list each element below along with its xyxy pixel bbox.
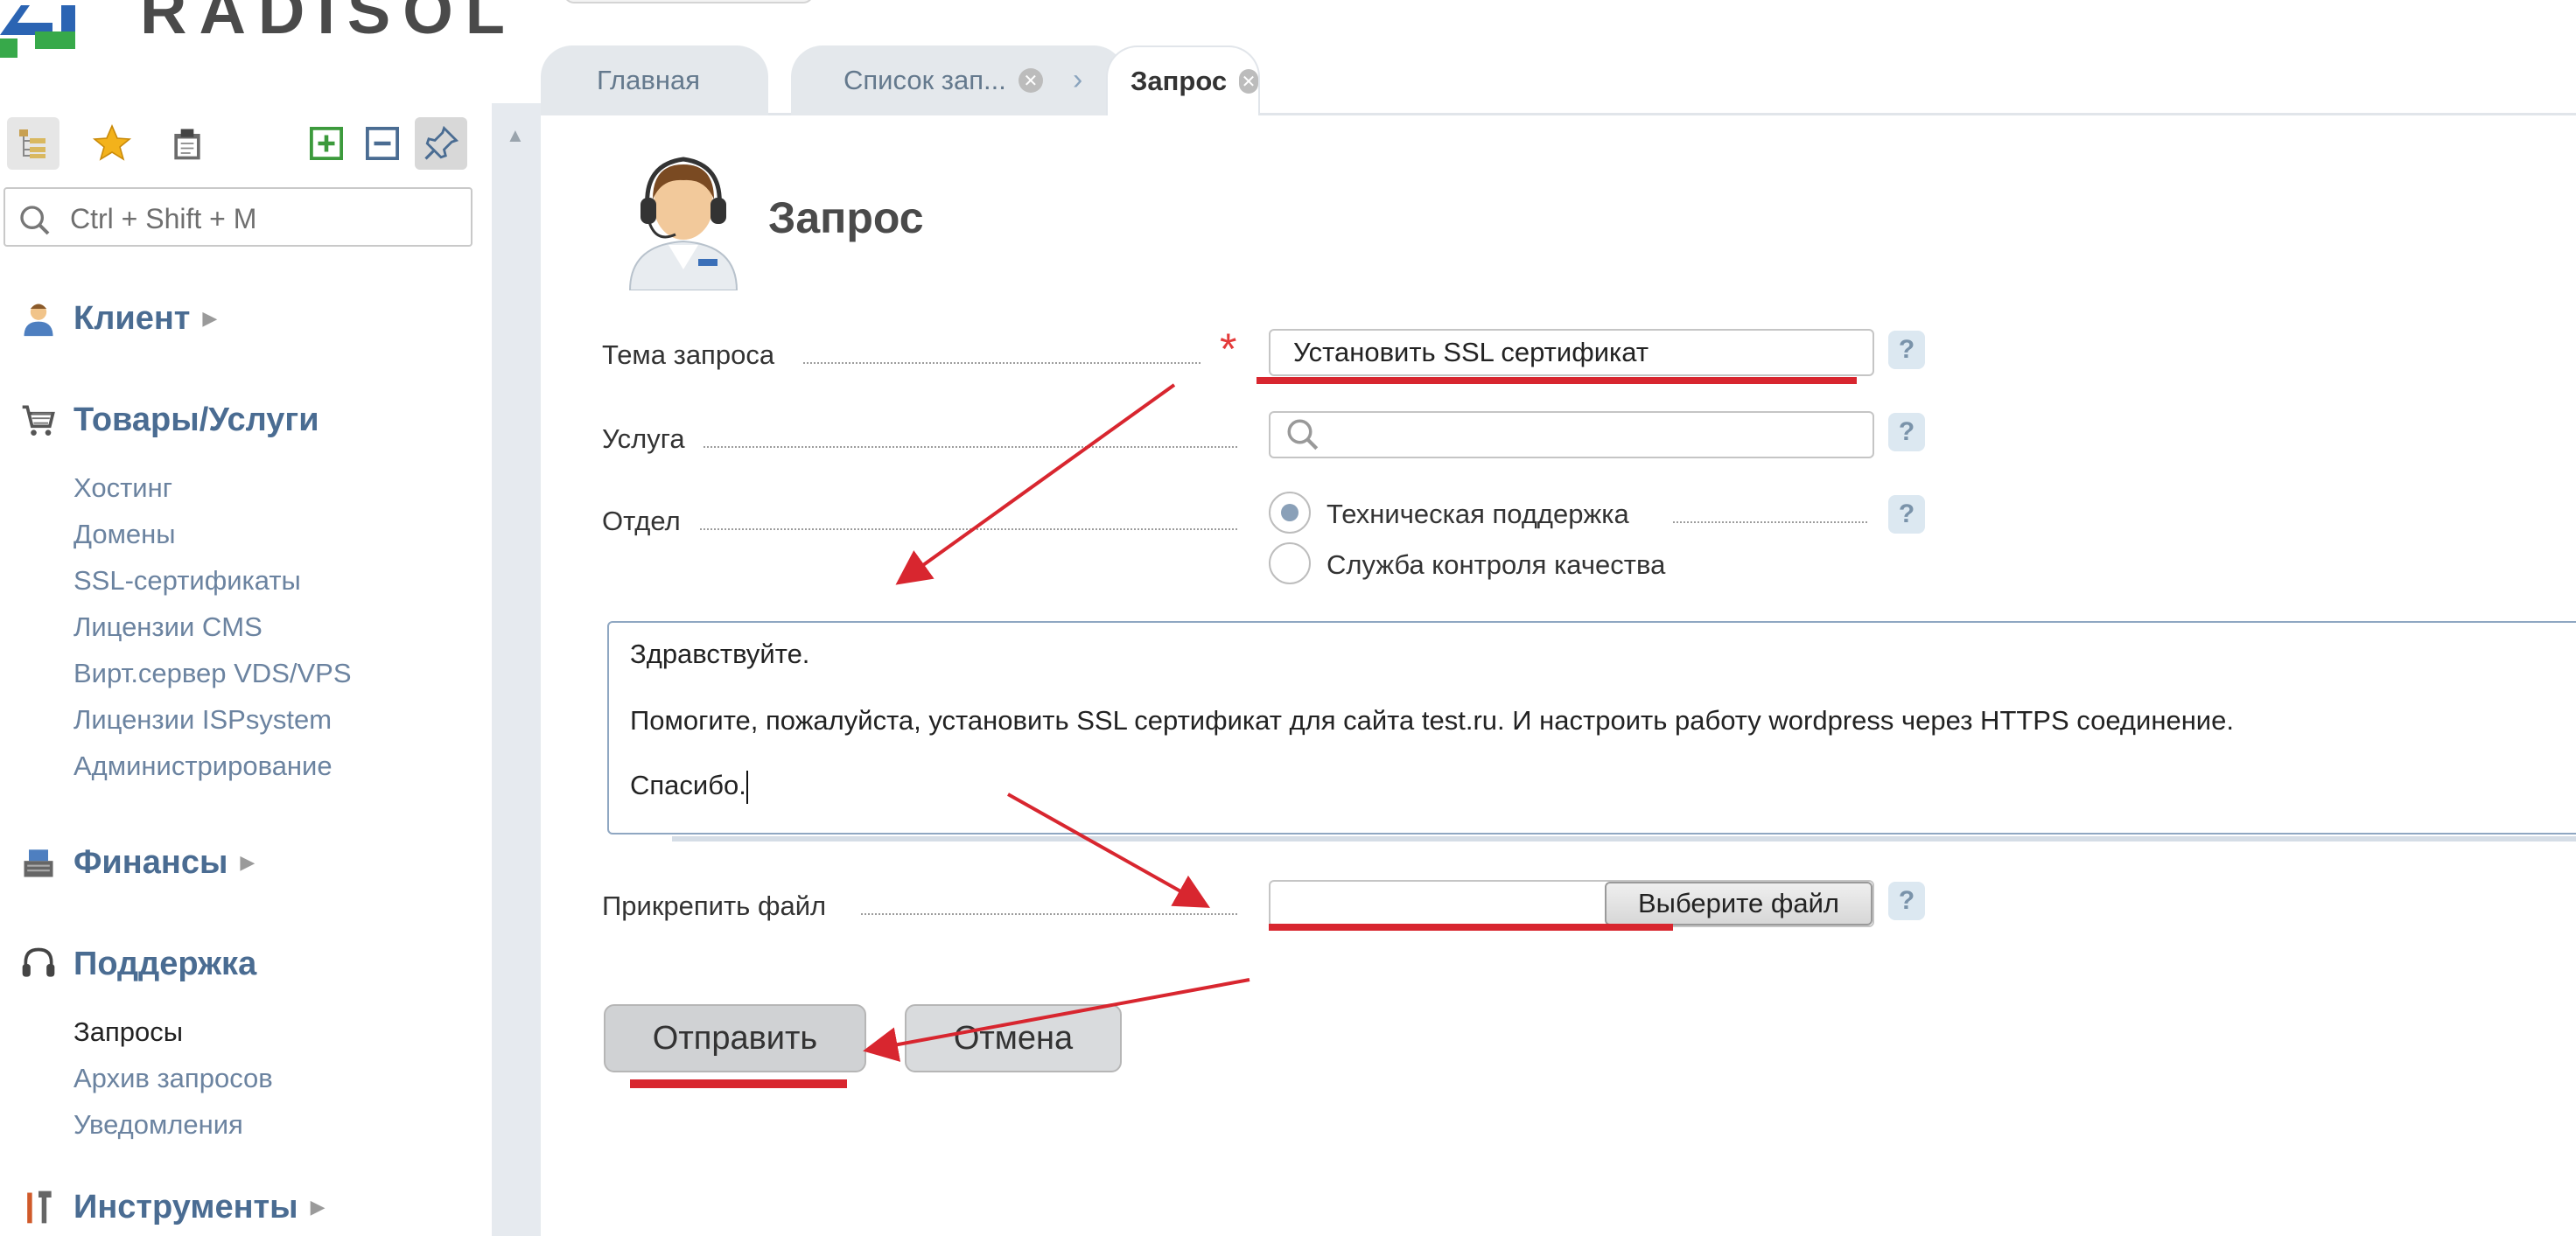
tree-view-icon[interactable] — [7, 117, 60, 170]
sidebar-section-label: Клиент — [74, 299, 191, 337]
breadcrumb-chevron-icon: › — [1073, 63, 1083, 96]
message-line: Помогите, пожалуйста, установить SSL сер… — [630, 705, 2234, 736]
attach-help-icon[interactable]: ? — [1888, 882, 1925, 920]
sidebar-section-finance[interactable]: Финансы ▶ — [16, 838, 255, 887]
expand-all-icon[interactable] — [306, 117, 346, 170]
sidebar-item-ispsystem[interactable]: Лицензии ISPsystem — [74, 702, 332, 737]
subject-label: Тема запроса — [602, 339, 775, 370]
chevron-right-icon: ▶ — [310, 1196, 326, 1218]
tab-bar: Главная Список зап... ✕ › Запрос ✕ — [541, 45, 2576, 115]
sidebar-scrollbar[interactable]: ▲ — [492, 103, 541, 1236]
subject-input[interactable]: Установить SSL сертификат — [1269, 329, 1874, 376]
search-icon — [1287, 419, 1319, 450]
tab-label: Главная — [597, 65, 700, 95]
service-search-input[interactable] — [1269, 411, 1874, 458]
sidebar-section-support[interactable]: Поддержка — [16, 939, 256, 988]
sidebar-item-notifications[interactable]: Уведомления — [74, 1107, 243, 1142]
sidebar-item-cms-licenses[interactable]: Лицензии CMS — [74, 610, 262, 645]
headset-icon — [16, 941, 61, 987]
cancel-button[interactable]: Отмена — [905, 1004, 1122, 1072]
label-leader-dots — [700, 528, 1237, 530]
attach-file-label: Прикрепить файл — [602, 890, 827, 921]
send-button[interactable]: Отправить — [604, 1004, 866, 1072]
department-option-label[interactable]: Служба контроля качества — [1326, 549, 1665, 581]
message-line: Спасибо. — [630, 770, 746, 800]
text-caret — [746, 770, 748, 804]
scroll-up-arrow-icon[interactable]: ▲ — [506, 124, 525, 147]
subject-input-value: Установить SSL сертификат — [1293, 337, 1649, 367]
sidebar-section-label: Инструменты — [74, 1188, 298, 1226]
favorites-star-icon[interactable] — [86, 117, 138, 170]
tab-label: Список зап... — [844, 65, 1006, 95]
tab-home[interactable]: Главная — [541, 45, 768, 115]
cash-register-icon — [16, 840, 61, 885]
label-leader-dots — [861, 913, 1237, 915]
department-radio-tech-support[interactable] — [1269, 492, 1311, 534]
service-label: Услуга — [602, 423, 685, 454]
sidebar-item-requests-archive[interactable]: Архив запросов — [74, 1061, 273, 1096]
department-label: Отдел — [602, 506, 681, 536]
brand-name: RADISOL — [140, 0, 517, 47]
close-tab-icon[interactable]: ✕ — [1239, 69, 1258, 94]
sidebar-item-hosting[interactable]: Хостинг — [74, 471, 172, 506]
clipboard-icon[interactable] — [161, 117, 214, 170]
department-option-label[interactable]: Техническая поддержка — [1326, 499, 1629, 530]
search-icon — [20, 206, 50, 235]
required-marker: * — [1220, 325, 1237, 374]
sidebar-item-vds[interactable]: Вирт.сервер VDS/VPS — [74, 656, 352, 691]
pin-icon[interactable] — [415, 117, 467, 170]
shopping-cart-icon — [16, 397, 61, 443]
top-panel-stub — [564, 0, 814, 3]
sidebar-toolbar — [0, 117, 490, 170]
message-last-line: Спасибо. — [630, 770, 748, 804]
send-underline — [630, 1079, 847, 1088]
tab-request[interactable]: Запрос ✕ — [1106, 45, 1260, 115]
page-title: Запрос — [768, 193, 924, 242]
support-operator-icon — [628, 157, 738, 290]
sidebar-section-goods[interactable]: Товары/Услуги — [16, 395, 319, 444]
label-leader-dots — [704, 446, 1237, 448]
sidebar-item-ssl[interactable]: SSL-сертификаты — [74, 563, 301, 598]
arrow-to-message — [895, 383, 1176, 585]
sidebar-search-input[interactable]: Ctrl + Shift + M — [4, 187, 472, 247]
department-help-icon[interactable]: ? — [1888, 495, 1925, 534]
sidebar-section-client[interactable]: Клиент ▶ — [16, 294, 217, 343]
tab-label: Запрос — [1130, 66, 1228, 96]
tools-icon — [16, 1184, 61, 1230]
sidebar-section-label: Финансы — [74, 843, 228, 881]
sidebar-section-tools[interactable]: Инструменты ▶ — [16, 1183, 326, 1232]
chevron-right-icon: ▶ — [240, 851, 256, 873]
label-leader-dots — [803, 362, 1200, 364]
sidebar-section-label: Поддержка — [74, 945, 257, 982]
label-leader-dots — [1673, 521, 1867, 523]
radisol-logo-icon — [0, 5, 75, 58]
chevron-right-icon: ▶ — [202, 307, 218, 329]
sidebar-item-requests[interactable]: Запросы — [74, 1015, 183, 1050]
sidebar-item-administration[interactable]: Администрирование — [74, 749, 332, 784]
choose-file-button[interactable]: Выберите файл — [1605, 882, 1872, 925]
subject-underline — [1256, 377, 1857, 384]
sidebar-search-placeholder: Ctrl + Shift + M — [70, 203, 257, 234]
client-icon — [16, 296, 61, 341]
sidebar: Ctrl + Shift + M Клиент ▶ Товары/Услуги … — [0, 103, 492, 1236]
brand-logo: RADISOL — [0, 0, 505, 61]
service-help-icon[interactable]: ? — [1888, 413, 1925, 451]
close-tab-icon[interactable]: ✕ — [1018, 68, 1043, 93]
subject-help-icon[interactable]: ? — [1888, 331, 1925, 369]
collapse-all-icon[interactable] — [362, 117, 402, 170]
sidebar-section-label: Товары/Услуги — [74, 401, 319, 438]
department-radio-quality-control[interactable] — [1269, 542, 1311, 584]
textarea-resize-bar — [672, 836, 2576, 841]
message-textarea[interactable]: Здравствуйте. Помогите, пожалуйста, уста… — [607, 621, 2576, 834]
sidebar-item-domains[interactable]: Домены — [74, 517, 176, 552]
message-line: Здравствуйте. — [630, 639, 810, 669]
